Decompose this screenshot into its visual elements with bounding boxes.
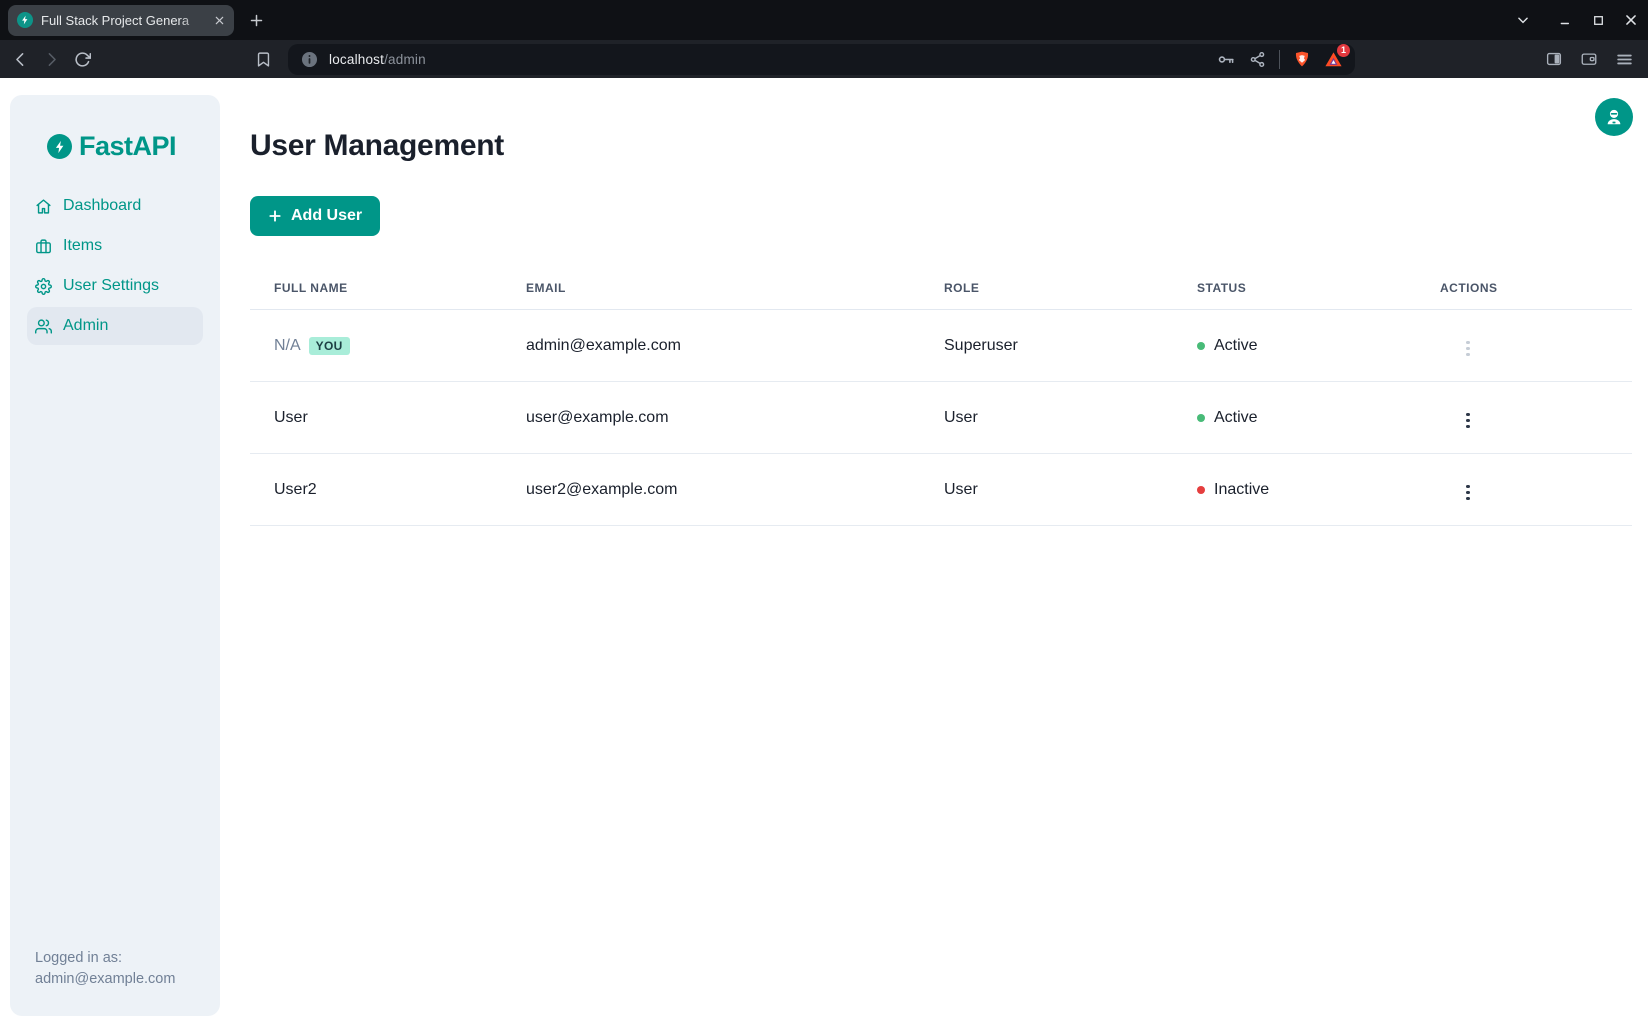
share-icon[interactable]: [1249, 51, 1266, 68]
home-icon: [35, 198, 52, 215]
reload-button[interactable]: [74, 51, 91, 68]
brave-rewards-icon[interactable]: 1: [1324, 50, 1343, 69]
users-icon: [35, 318, 52, 335]
tab-close-icon[interactable]: [214, 15, 225, 26]
sidebar-item-label: Dashboard: [63, 197, 141, 215]
sidebar-item-label: Admin: [63, 317, 108, 335]
menu-hamburger-icon[interactable]: [1615, 50, 1634, 69]
table-row: User2 user2@example.com User Inactive: [250, 454, 1632, 526]
sidebar-item-label: Items: [63, 237, 102, 255]
sidebar-item-user-settings[interactable]: User Settings: [27, 267, 203, 305]
wallet-icon[interactable]: [1580, 50, 1598, 68]
url-path: /admin: [384, 52, 426, 67]
browser-toolbar: localhost/admin 1: [0, 40, 1648, 78]
window-controls: [1516, 13, 1648, 27]
window-close-button[interactable]: [1624, 13, 1638, 27]
site-info-icon[interactable]: [300, 50, 319, 69]
main-content: User Management Add User Full name Email…: [250, 78, 1632, 526]
cell-email: user@example.com: [502, 409, 920, 427]
row-actions-menu-icon: [1462, 337, 1474, 361]
page-title: User Management: [250, 129, 1632, 163]
logged-in-info: Logged in as: admin@example.com: [35, 948, 175, 990]
browser-tab[interactable]: Full Stack Project Genera: [8, 5, 234, 36]
sidebar-toggle-icon[interactable]: [1545, 50, 1563, 68]
sidebar-item-label: User Settings: [63, 277, 159, 295]
logged-in-label: Logged in as:: [35, 948, 175, 969]
cell-email: user2@example.com: [502, 481, 920, 499]
tab-strip: Full Stack Project Genera: [0, 0, 1648, 40]
cell-status: Active: [1214, 409, 1258, 427]
url-bar[interactable]: localhost/admin 1: [288, 44, 1355, 75]
status-dot: [1197, 486, 1205, 494]
cell-full-name: User2: [274, 481, 317, 499]
sidebar-item-admin[interactable]: Admin: [27, 307, 203, 345]
cell-full-name: User: [274, 409, 308, 427]
password-key-icon[interactable]: [1217, 50, 1236, 69]
add-user-button[interactable]: Add User: [250, 196, 380, 236]
tab-title: Full Stack Project Genera: [41, 13, 210, 28]
fastapi-logo: FastAPI: [47, 131, 220, 162]
column-header-full-name: Full name: [250, 281, 502, 295]
column-header-email: Email: [502, 281, 920, 295]
fastapi-favicon-icon: [17, 12, 33, 28]
row-actions-menu-icon[interactable]: [1462, 409, 1474, 433]
cell-full-name: N/A: [274, 337, 301, 355]
logged-in-email: admin@example.com: [35, 969, 175, 990]
gear-icon: [35, 278, 52, 295]
column-header-status: Status: [1173, 281, 1416, 295]
row-actions-menu-icon[interactable]: [1462, 481, 1474, 505]
new-tab-button[interactable]: [249, 13, 264, 28]
sidebar: FastAPI Dashboard Items User Settings: [10, 95, 220, 1016]
fastapi-bolt-icon: [47, 134, 72, 159]
table-header: Full name Email Role Status Actions: [250, 266, 1632, 310]
divider: [1279, 50, 1280, 69]
window-minimize-button[interactable]: [1559, 13, 1573, 27]
fastapi-logo-text: FastAPI: [79, 131, 176, 162]
sidebar-menu: Dashboard Items User Settings Admin: [10, 187, 220, 345]
plus-icon: [268, 209, 282, 223]
bookmark-icon[interactable]: [255, 51, 272, 68]
column-header-actions: Actions: [1416, 281, 1632, 295]
sidebar-item-dashboard[interactable]: Dashboard: [27, 187, 203, 225]
status-dot: [1197, 414, 1205, 422]
window-menu-chevron-icon[interactable]: [1516, 13, 1530, 27]
user-astronaut-icon: [1604, 107, 1624, 127]
forward-button: [43, 51, 60, 68]
cell-status: Active: [1214, 337, 1258, 355]
cell-role: User: [920, 409, 1173, 427]
users-table: Full name Email Role Status Actions N/A …: [250, 266, 1632, 526]
you-badge: YOU: [309, 337, 350, 355]
cell-role: User: [920, 481, 1173, 499]
cell-status: Inactive: [1214, 481, 1269, 499]
cell-email: admin@example.com: [502, 337, 920, 355]
app-page: FastAPI Dashboard Items User Settings: [0, 78, 1648, 1025]
add-user-label: Add User: [291, 207, 362, 225]
cell-role: Superuser: [920, 337, 1173, 355]
url-text: localhost/admin: [329, 52, 426, 67]
window-maximize-button[interactable]: [1592, 14, 1605, 27]
back-button[interactable]: [12, 51, 29, 68]
briefcase-icon: [35, 238, 52, 255]
table-row: N/A YOU admin@example.com Superuser Acti…: [250, 310, 1632, 382]
sidebar-item-items[interactable]: Items: [27, 227, 203, 265]
browser-chrome: Full Stack Project Genera: [0, 0, 1648, 78]
brave-shield-icon[interactable]: [1293, 50, 1311, 68]
user-menu-button[interactable]: [1595, 98, 1633, 136]
rewards-badge: 1: [1337, 44, 1350, 57]
status-dot: [1197, 342, 1205, 350]
url-host: localhost: [329, 52, 384, 67]
table-row: User user@example.com User Active: [250, 382, 1632, 454]
column-header-role: Role: [920, 281, 1173, 295]
